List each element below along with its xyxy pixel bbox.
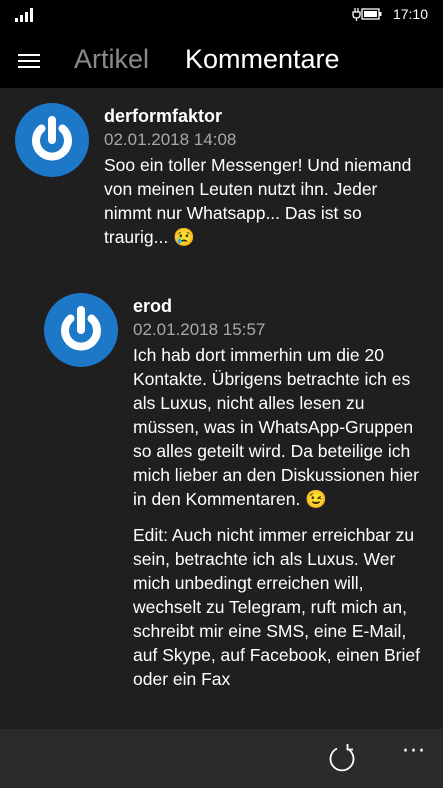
signal-bars-icon — [15, 8, 33, 22]
comments-list[interactable]: derformfaktor 02.01.2018 14:08 Soo ein t… — [0, 88, 443, 729]
comment-paragraph: Soo ein toller Messenger! Und niemand vo… — [104, 155, 412, 247]
status-bar: 17:10 — [0, 0, 443, 30]
comment-body: derformfaktor 02.01.2018 14:08 Soo ein t… — [104, 105, 414, 249]
comment-author[interactable]: erod — [133, 295, 433, 317]
power-button-icon — [32, 116, 72, 161]
comment-text: Soo ein toller Messenger! Und niemand vo… — [104, 153, 414, 249]
comment-date: 02.01.2018 15:57 — [133, 320, 266, 339]
avatar[interactable] — [44, 293, 118, 367]
header: Artikel Kommentare — [0, 30, 443, 88]
comment-author[interactable]: derformfaktor — [104, 105, 414, 127]
status-time: 17:10 — [392, 6, 428, 22]
app-bar: ··· — [0, 729, 443, 788]
comment-body: erod 02.01.2018 15:57 Ich hab dort immer… — [133, 295, 433, 691]
refresh-icon[interactable] — [327, 743, 357, 773]
comment-paragraph: Edit: Auch nicht immer erreichbar zu sei… — [133, 525, 420, 689]
more-options-button[interactable]: ··· — [402, 739, 426, 764]
battery-charging-icon — [352, 8, 382, 21]
tab-kommentare[interactable]: Kommentare — [185, 44, 340, 75]
comment-date: 02.01.2018 14:08 — [104, 130, 237, 149]
tab-artikel[interactable]: Artikel — [74, 44, 149, 75]
hamburger-icon[interactable] — [18, 54, 40, 70]
avatar[interactable] — [15, 103, 89, 177]
comment-text: Ich hab dort immerhin um die 20 Kontakte… — [133, 343, 433, 691]
comment-paragraph: Ich hab dort immerhin um die 20 Kontakte… — [133, 345, 419, 509]
power-button-icon — [61, 306, 101, 351]
